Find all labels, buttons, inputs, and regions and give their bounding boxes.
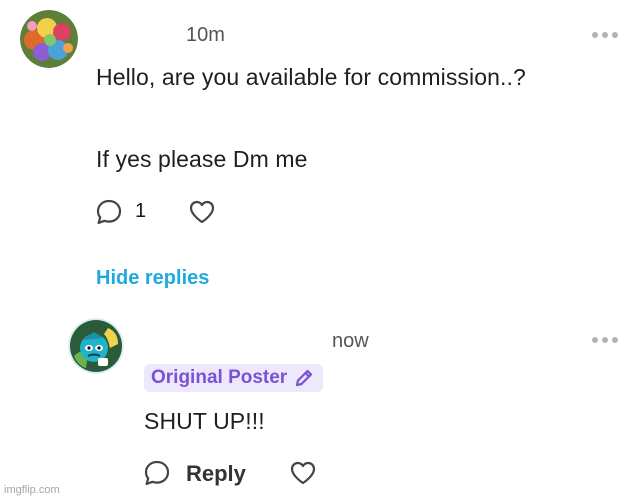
pencil-icon [293,367,315,389]
reply-button[interactable]: Reply [186,461,246,487]
reply-text: SHUT UP!!! [144,408,265,434]
comment-text-line-2: If yes please Dm me [96,146,308,172]
hide-replies-button[interactable]: Hide replies [96,267,209,290]
watermark: imgflip.com [4,484,60,496]
comment-text-line-1: Hello, are you available for commission.… [96,64,526,90]
original-poster-badge-label: Original Poster [151,367,288,388]
reply-comment-bubble-icon[interactable] [143,459,171,487]
reply-author-avatar[interactable] [68,318,124,374]
like-heart-icon[interactable] [188,199,216,225]
comment-bubble-icon[interactable] [95,198,123,226]
original-poster-badge: Original Poster [144,364,324,392]
reply-more-menu-icon[interactable] [592,337,618,343]
comment-more-menu-icon[interactable] [592,32,618,38]
commenter-avatar[interactable] [20,10,78,68]
comment-timestamp: 10m [186,24,225,46]
reply-timestamp: now [332,330,369,352]
reply-count: 1 [135,200,147,222]
reply-like-heart-icon[interactable] [289,460,317,486]
